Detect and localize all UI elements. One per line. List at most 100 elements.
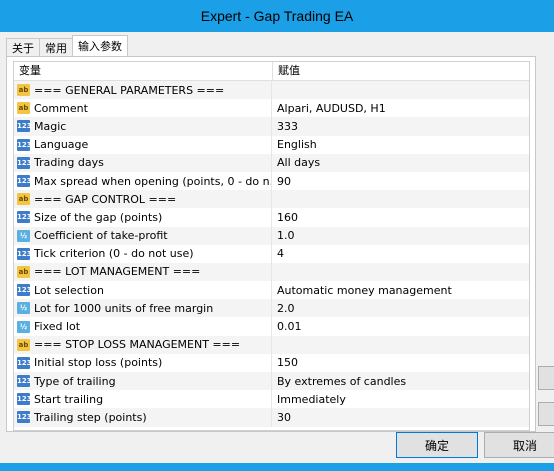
integer-type-icon: 123 bbox=[17, 411, 32, 424]
parameter-value-cell[interactable]: All days bbox=[272, 156, 529, 169]
parameter-label: Type of trailing bbox=[34, 374, 116, 388]
parameter-label: Fixed lot bbox=[34, 320, 81, 334]
grid-body: ab === GENERAL PARAMETERS === ab Comment Alp… bbox=[14, 81, 529, 427]
parameter-name-cell[interactable]: ab === LOT MANAGEMENT === bbox=[14, 262, 272, 282]
parameter-value-cell[interactable]: 90 bbox=[272, 175, 529, 188]
parameter-row[interactable]: 123 Trading days All days bbox=[14, 153, 529, 172]
inputs-panel: 变量 赋值 ab === GENERAL PARAMETERS === ab Comm… bbox=[6, 56, 536, 432]
parameter-name-cell[interactable]: 123 Type of trailing bbox=[14, 372, 272, 391]
parameter-value-cell[interactable]: English bbox=[272, 138, 529, 151]
parameter-name-cell[interactable]: 123 Trading days bbox=[14, 153, 272, 172]
string-type-icon: ab bbox=[17, 102, 30, 115]
parameter-name-cell[interactable]: ab === STOP LOSS MANAGEMENT === bbox=[14, 335, 272, 354]
parameters-grid: 变量 赋值 ab === GENERAL PARAMETERS === ab Comm… bbox=[13, 61, 530, 431]
parameter-row[interactable]: 123 Size of the gap (points) 160 bbox=[14, 208, 529, 227]
parameter-row[interactable]: 123 Start trailing Immediately bbox=[14, 390, 529, 409]
string-type-icon: ab bbox=[17, 193, 30, 206]
parameter-row[interactable]: 123 Type of trailing By extremes of candle… bbox=[14, 372, 529, 391]
tab-bar: 关于 常用 输入参数 bbox=[6, 35, 128, 56]
ok-button[interactable]: 确定 bbox=[396, 432, 478, 458]
double-type-icon: ½ bbox=[17, 229, 30, 242]
tab-about[interactable]: 关于 bbox=[6, 38, 40, 56]
parameter-name-cell[interactable]: 123 Trailing step (points) bbox=[14, 408, 272, 427]
parameter-row[interactable]: 123 Language English bbox=[14, 135, 529, 154]
integer-type-icon: 123 bbox=[17, 138, 32, 151]
cancel-button[interactable]: 取消 bbox=[484, 432, 554, 458]
parameter-name-cell[interactable]: ½ Coefficient of take-profit bbox=[14, 226, 272, 245]
parameter-row[interactable]: ½ Lot for 1000 units of free margin 2.0 bbox=[14, 299, 529, 318]
parameter-row[interactable]: ab Comment Alpari, AUDUSD, H1 bbox=[14, 99, 529, 118]
parameter-label: === STOP LOSS MANAGEMENT === bbox=[34, 338, 241, 352]
string-type-icon: ab bbox=[17, 84, 30, 97]
title-bar: Expert - Gap Trading EA bbox=[0, 0, 554, 32]
parameter-name-cell[interactable]: 123 Language bbox=[14, 135, 272, 154]
parameter-value-cell[interactable]: Immediately bbox=[272, 393, 529, 406]
parameter-name-cell[interactable]: 123 Max spread when opening (points, 0 - … bbox=[14, 171, 272, 191]
tab-common[interactable]: 常用 bbox=[39, 38, 73, 56]
side-button-save[interactable] bbox=[538, 402, 554, 426]
column-header-value[interactable]: 赋值 bbox=[273, 62, 529, 80]
parameter-label: === GAP CONTROL === bbox=[34, 192, 177, 206]
parameter-value-cell[interactable]: Alpari, AUDUSD, H1 bbox=[272, 102, 529, 115]
parameter-row[interactable]: ab === GENERAL PARAMETERS === bbox=[14, 81, 529, 100]
parameter-name-cell[interactable]: 123 Size of the gap (points) bbox=[14, 208, 272, 227]
parameter-row[interactable]: ½ Coefficient of take-profit 1.0 bbox=[14, 226, 529, 245]
double-type-icon: ½ bbox=[17, 302, 30, 315]
integer-type-icon: 123 bbox=[17, 247, 32, 260]
parameter-name-cell[interactable]: ab === GAP CONTROL === bbox=[14, 190, 272, 209]
parameter-label: Tick criterion (0 - do not use) bbox=[34, 247, 194, 261]
integer-type-icon: 123 bbox=[17, 120, 32, 133]
parameter-value-cell[interactable]: 2.0 bbox=[272, 302, 529, 315]
tab-inputs[interactable]: 输入参数 bbox=[72, 35, 128, 56]
parameter-row[interactable]: 123 Max spread when opening (points, 0 - … bbox=[14, 171, 529, 191]
string-type-icon: ab bbox=[17, 338, 30, 351]
parameter-name-cell[interactable]: ½ Fixed lot bbox=[14, 317, 272, 336]
parameter-label: Coefficient of take-profit bbox=[34, 229, 168, 243]
parameter-value-cell[interactable]: 160 bbox=[272, 211, 529, 224]
parameter-row[interactable]: 123 Magic 333 bbox=[14, 117, 529, 136]
parameter-label: Max spread when opening (points, 0 - do … bbox=[34, 174, 271, 188]
parameter-label: Comment bbox=[34, 101, 88, 115]
parameter-name-cell[interactable]: 123 Lot selection bbox=[14, 281, 272, 300]
parameter-name-cell[interactable]: 123 Initial stop loss (points) bbox=[14, 353, 272, 372]
parameter-value-cell[interactable]: 150 bbox=[272, 356, 529, 369]
parameter-name-cell[interactable]: ½ Lot for 1000 units of free margin bbox=[14, 299, 272, 318]
parameter-value-cell[interactable]: 0.01 bbox=[272, 320, 529, 333]
parameter-value-cell[interactable]: 30 bbox=[272, 411, 529, 424]
integer-type-icon: 123 bbox=[17, 175, 32, 188]
double-type-icon: ½ bbox=[17, 320, 30, 333]
parameter-name-cell[interactable]: 123 Start trailing bbox=[14, 390, 272, 409]
parameter-label: Initial stop loss (points) bbox=[34, 356, 163, 370]
parameter-label: Trading days bbox=[34, 156, 104, 170]
parameter-name-cell[interactable]: ab === GENERAL PARAMETERS === bbox=[14, 81, 272, 100]
parameter-label: Start trailing bbox=[34, 392, 104, 406]
integer-type-icon: 123 bbox=[17, 211, 32, 224]
parameter-label: Size of the gap (points) bbox=[34, 210, 163, 224]
column-header-variable[interactable]: 变量 bbox=[14, 62, 273, 80]
parameter-row[interactable]: ab === GAP CONTROL === bbox=[14, 190, 529, 209]
parameter-row[interactable]: 123 Lot selection Automatic money manageme… bbox=[14, 281, 529, 300]
parameter-row[interactable]: ab === STOP LOSS MANAGEMENT === bbox=[14, 335, 529, 354]
parameter-label: Magic bbox=[34, 119, 67, 133]
parameter-row[interactable]: 123 Tick criterion (0 - do not use) 4 bbox=[14, 244, 529, 263]
parameter-value-cell[interactable]: 4 bbox=[272, 247, 529, 260]
parameter-row[interactable]: ab === LOT MANAGEMENT === bbox=[14, 262, 529, 282]
parameter-row[interactable]: 123 Trailing step (points) 30 bbox=[14, 408, 529, 427]
bottom-bar bbox=[0, 463, 554, 471]
parameter-row[interactable]: ½ Fixed lot 0.01 bbox=[14, 317, 529, 336]
parameter-name-cell[interactable]: ab Comment bbox=[14, 99, 272, 118]
parameter-row[interactable]: 123 Initial stop loss (points) 150 bbox=[14, 353, 529, 372]
integer-type-icon: 123 bbox=[17, 375, 32, 388]
parameter-name-cell[interactable]: 123 Tick criterion (0 - do not use) bbox=[14, 244, 272, 263]
parameter-label: === LOT MANAGEMENT === bbox=[34, 265, 201, 279]
parameter-value-cell[interactable]: By extremes of candles bbox=[272, 375, 529, 388]
side-button-load[interactable] bbox=[538, 366, 554, 390]
string-type-icon: ab bbox=[17, 265, 30, 278]
parameter-value-cell[interactable]: 333 bbox=[272, 120, 529, 133]
parameter-value-cell[interactable]: 1.0 bbox=[272, 229, 529, 242]
parameter-label: Trailing step (points) bbox=[34, 410, 147, 424]
integer-type-icon: 123 bbox=[17, 356, 32, 369]
parameter-name-cell[interactable]: 123 Magic bbox=[14, 117, 272, 136]
parameter-value-cell[interactable]: Automatic money management bbox=[272, 284, 529, 297]
parameter-label: === GENERAL PARAMETERS === bbox=[34, 83, 225, 97]
